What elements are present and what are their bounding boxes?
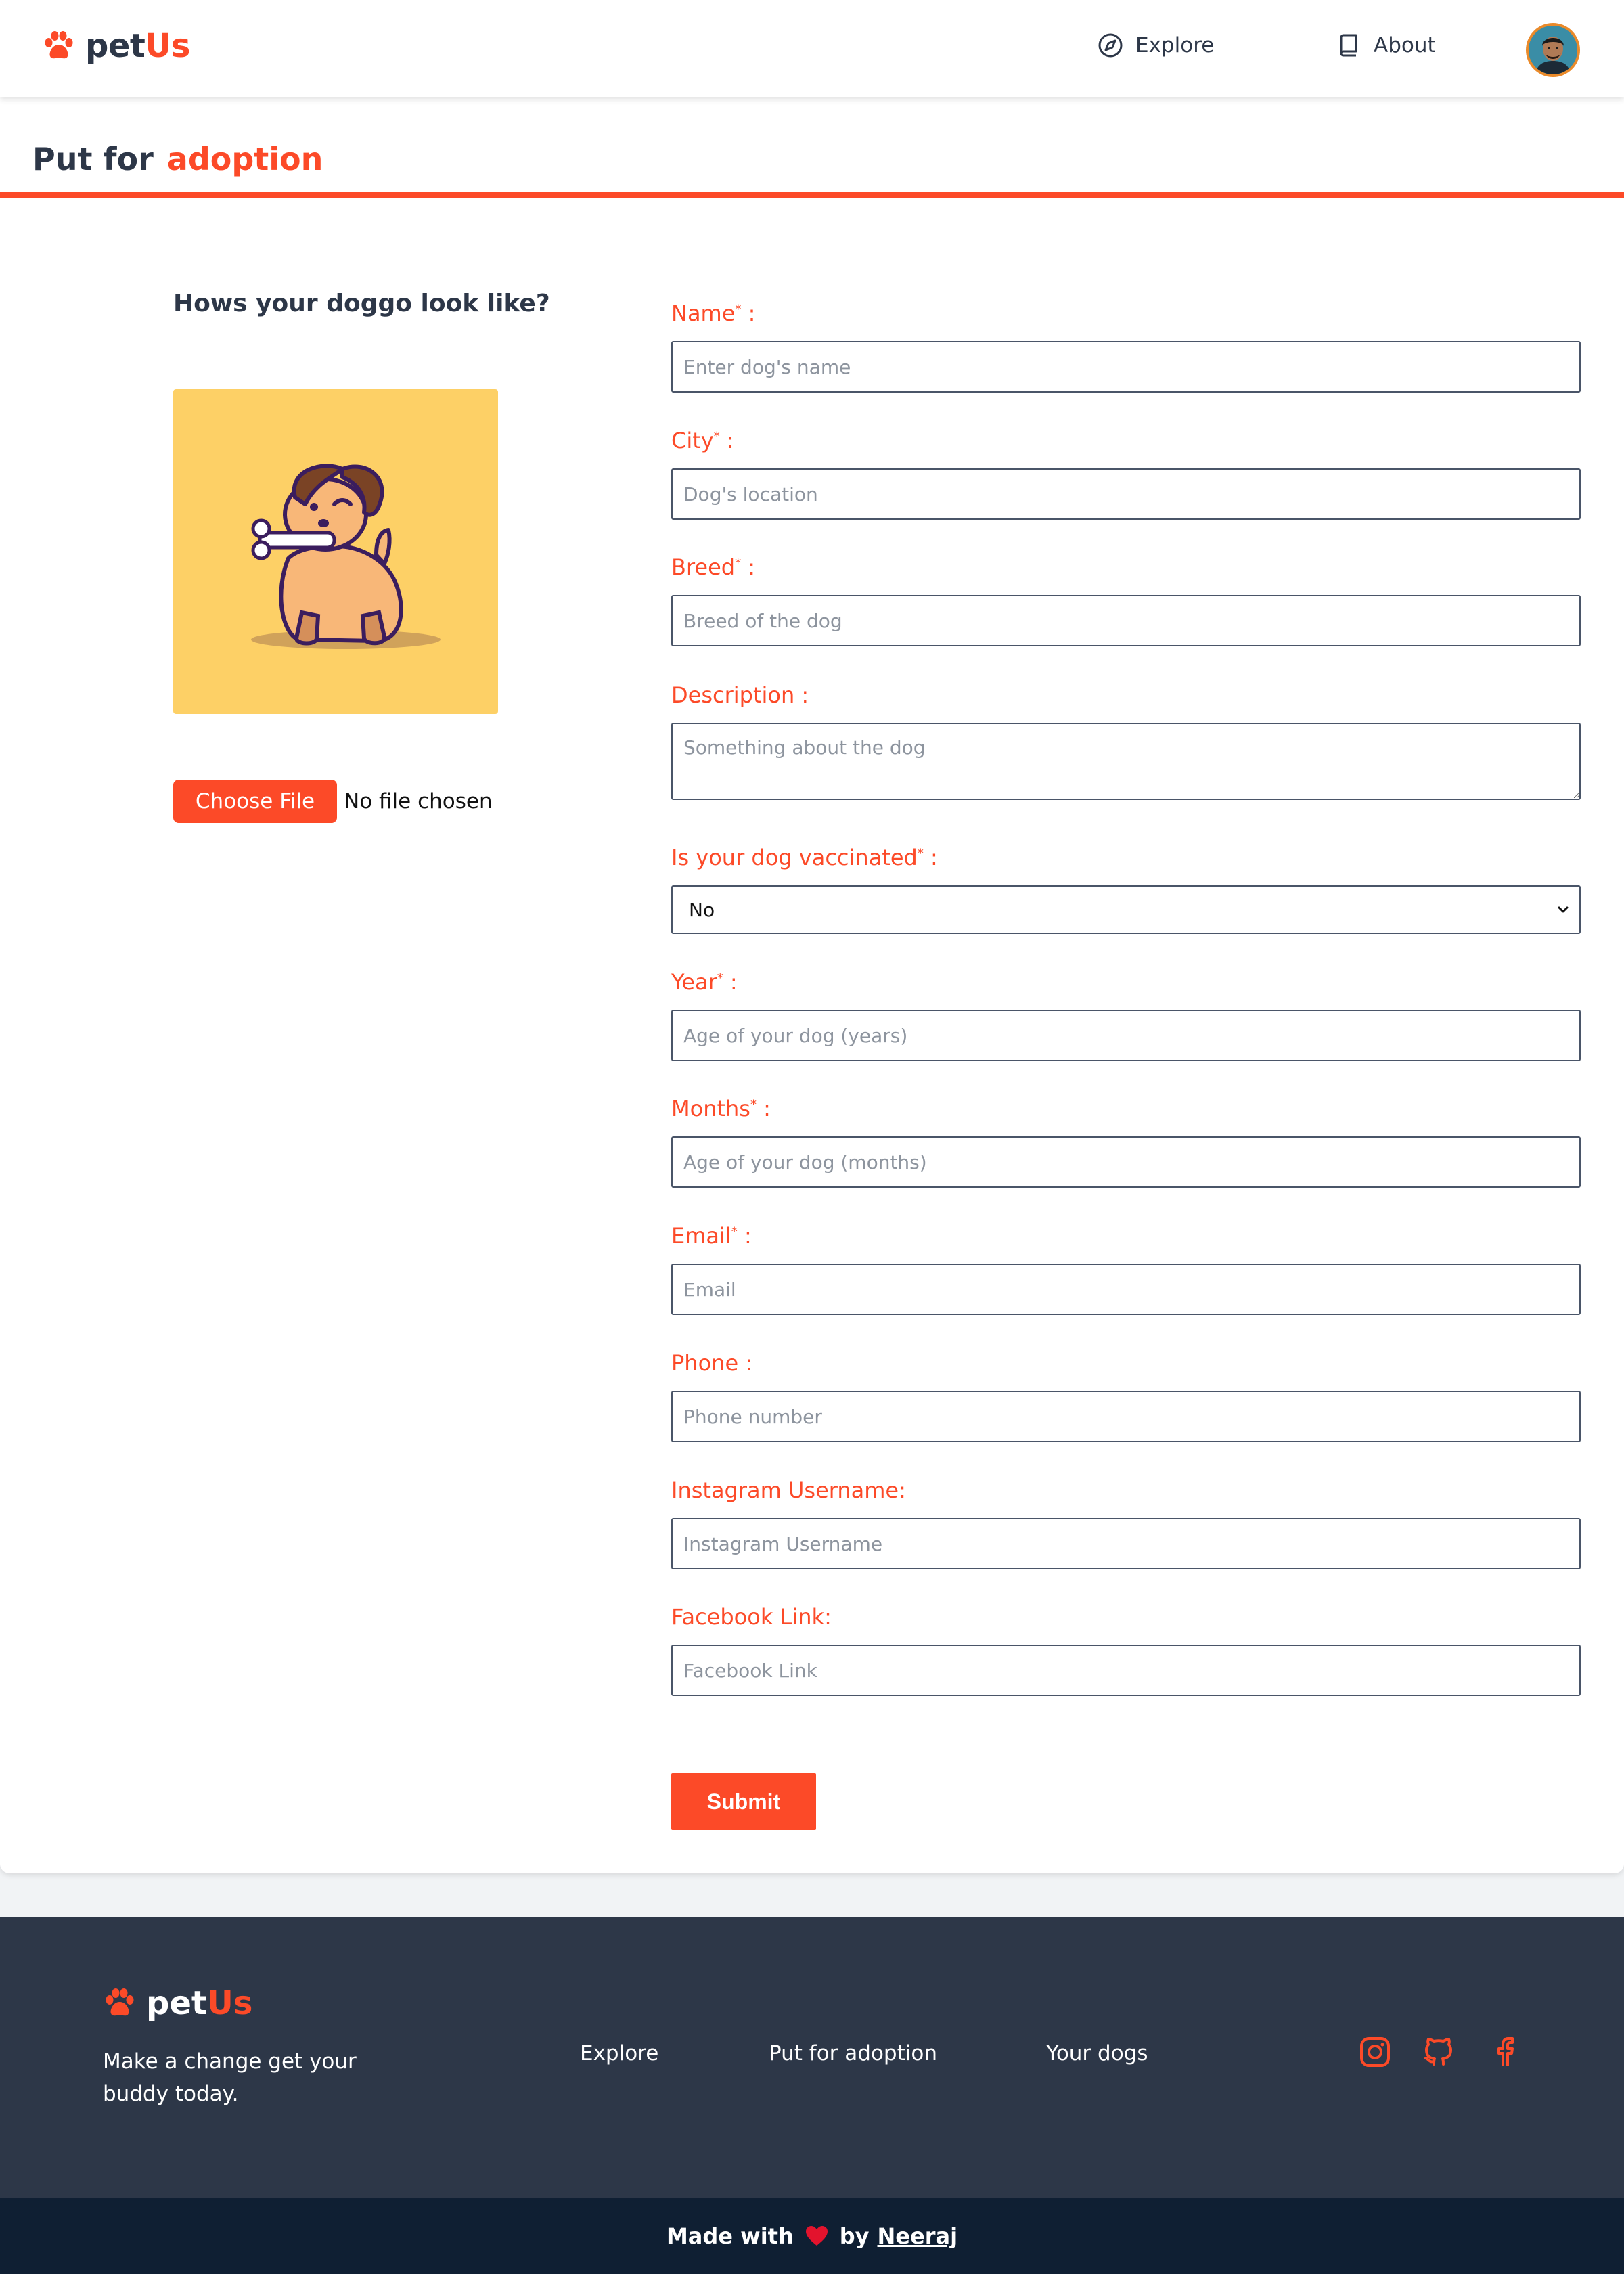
page-title: Put for adoption (32, 141, 323, 177)
paw-icon (45, 31, 73, 59)
credit-bar: Made with by Neeraj (0, 2198, 1624, 2274)
city-input[interactable] (671, 468, 1581, 520)
footer-brand-logo[interactable]: petUs (103, 1984, 252, 2022)
instagram-icon[interactable] (1357, 2034, 1393, 2070)
phone-label: Phone : (671, 1350, 753, 1376)
breed-input[interactable] (671, 595, 1581, 646)
footer-brand-name: petUs (146, 1984, 253, 2022)
submit-button[interactable]: Submit (671, 1773, 816, 1830)
nav-about-label: About (1374, 33, 1436, 58)
paw-icon (106, 1988, 134, 2016)
months-label: Months* : (671, 1096, 771, 1121)
compass-icon (1098, 33, 1123, 58)
name-label: Name* : (671, 300, 756, 326)
credit-prefix: Made with (666, 2223, 794, 2249)
heart-icon (805, 2226, 828, 2246)
description-label: Description : (671, 682, 809, 708)
footer: petUs Make a change get your buddy today… (0, 1917, 1624, 2198)
brand-logo[interactable]: petUs (42, 27, 190, 65)
credit-by: by (839, 2223, 870, 2249)
adoption-form-card: Put for adoption Hows your doggo look lik… (0, 97, 1624, 1873)
dog-preview-image (173, 389, 498, 714)
footer-link-your-dogs[interactable]: Your dogs (1046, 2041, 1148, 2066)
footer-link-put-for-adoption[interactable]: Put for adoption (769, 2041, 937, 2066)
chevron-down-icon (1558, 906, 1569, 913)
nav-about[interactable]: About (1334, 31, 1436, 60)
city-label: City* : (671, 428, 734, 453)
book-icon (1340, 34, 1357, 57)
email-input[interactable] (671, 1264, 1581, 1315)
user-avatar[interactable] (1526, 23, 1580, 77)
top-navbar: petUs Explore About (0, 0, 1624, 97)
choose-file-button[interactable]: Choose File (173, 780, 337, 823)
nav-explore[interactable]: Explore (1096, 31, 1214, 60)
github-icon[interactable] (1421, 2034, 1456, 2070)
avatar-portrait (1529, 26, 1577, 74)
email-label: Email* : (671, 1223, 752, 1249)
instagram-input[interactable] (671, 1518, 1581, 1569)
facebook-icon[interactable] (1487, 2034, 1522, 2070)
file-upload-row: Choose File No file chosen (173, 780, 493, 823)
vaccinated-label: Is your dog vaccinated* : (671, 845, 938, 870)
facebook-label: Facebook Link: (671, 1604, 832, 1630)
vaccinated-select[interactable]: No (671, 885, 1581, 934)
upload-heading: Hows your doggo look like? (173, 290, 550, 317)
vaccinated-selected-value: No (689, 898, 715, 921)
name-input[interactable] (671, 341, 1581, 393)
brand-name: petUs (85, 27, 190, 65)
footer-link-explore[interactable]: Explore (580, 2041, 658, 2066)
facebook-input[interactable] (671, 1645, 1581, 1696)
phone-input[interactable] (671, 1391, 1581, 1442)
footer-tagline: Make a change get your buddy today. (103, 2049, 357, 2106)
instagram-label: Instagram Username: (671, 1477, 906, 1503)
months-input[interactable] (671, 1136, 1581, 1188)
title-divider (0, 192, 1624, 198)
nav-explore-label: Explore (1135, 33, 1215, 58)
year-label: Year* : (671, 969, 738, 995)
author-link[interactable]: Neeraj (878, 2223, 958, 2249)
year-input[interactable] (671, 1010, 1581, 1061)
breed-label: Breed* : (671, 554, 756, 580)
file-status-text: No file chosen (344, 789, 493, 813)
description-textarea[interactable] (671, 723, 1581, 800)
dog-illustration (251, 464, 441, 649)
